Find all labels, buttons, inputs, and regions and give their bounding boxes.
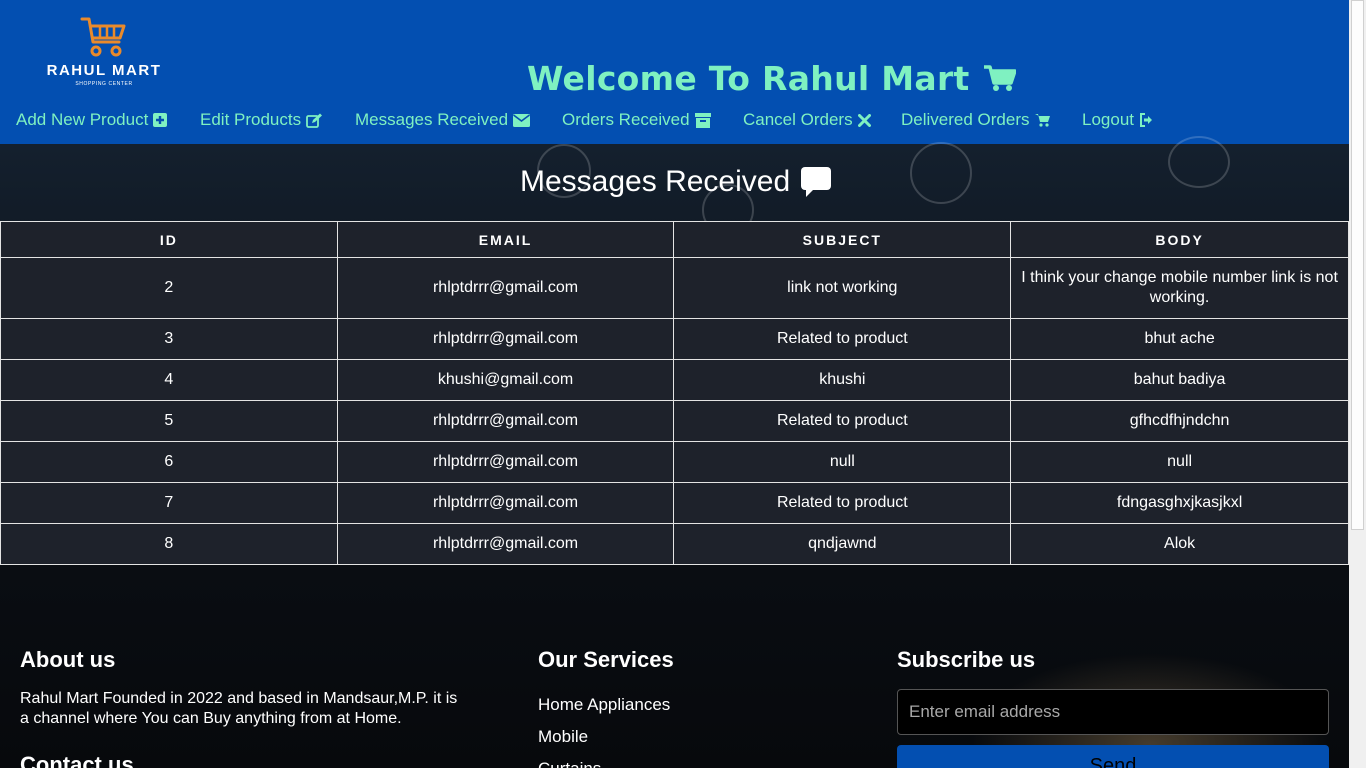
table-row: 5 rhlptdrrr@gmail.com Related to product… <box>0 400 1349 442</box>
nav-edit-products[interactable]: Edit Products <box>200 108 323 132</box>
contact-heading: Contact us <box>20 752 134 768</box>
about-text: Rahul Mart Founded in 2022 and based in … <box>20 690 458 727</box>
edit-icon <box>306 113 323 128</box>
col-id: ID <box>0 221 338 258</box>
cell-id: 4 <box>0 359 338 401</box>
times-icon <box>857 113 871 127</box>
plus-square-icon <box>153 113 168 127</box>
nav-label: Delivered Orders <box>901 110 1030 129</box>
cell-subject: null <box>673 441 1012 483</box>
services-heading: Our Services <box>538 647 674 672</box>
col-body: BODY <box>1010 221 1349 258</box>
brand-tagline: SHOPPING CENTER <box>75 81 133 87</box>
service-link-home-appliances[interactable]: Home Appliances <box>538 695 670 715</box>
cell-body: bhut ache <box>1010 318 1349 360</box>
top-header: RAHUL MART SHOPPING CENTER Welcome To Ra… <box>0 0 1349 144</box>
subscribe-heading: Subscribe us <box>897 647 1036 672</box>
welcome-text: Welcome To Rahul Mart <box>527 58 970 98</box>
envelope-icon <box>513 113 531 127</box>
cell-subject: Related to product <box>673 482 1012 524</box>
send-button[interactable]: Send <box>897 745 1329 768</box>
cell-subject: link not working <box>673 257 1012 319</box>
logo-cart-icon <box>80 17 126 57</box>
comment-icon <box>800 166 832 198</box>
cell-email: rhlptdrrr@gmail.com <box>336 257 675 319</box>
archive-icon <box>694 112 711 128</box>
brand-logo[interactable]: RAHUL MART SHOPPING CENTER <box>32 16 176 90</box>
col-email: EMAIL <box>336 221 675 258</box>
cell-body: gfhcdfhjndchn <box>1010 400 1349 442</box>
nav-orders-received[interactable]: Orders Received <box>562 108 711 132</box>
table-row: 3 rhlptdrrr@gmail.com Related to product… <box>0 318 1349 360</box>
table-row: 7 rhlptdrrr@gmail.com Related to product… <box>0 482 1349 524</box>
page-scrollbar[interactable] <box>1349 0 1366 768</box>
cell-email: rhlptdrrr@gmail.com <box>336 482 675 524</box>
cell-id: 8 <box>0 523 338 565</box>
welcome-heading: Welcome To Rahul Mart <box>527 58 1016 98</box>
cell-body: Alok <box>1010 523 1349 565</box>
service-link-curtains[interactable]: Curtains <box>538 759 601 768</box>
admin-nav: Add New Product Edit Products Messages R… <box>0 108 1349 132</box>
about-heading: About us <box>20 647 116 672</box>
cell-subject: Related to product <box>673 318 1012 360</box>
nav-cancel-orders[interactable]: Cancel Orders <box>743 108 871 132</box>
cell-subject: qndjawnd <box>673 523 1012 565</box>
cell-id: 2 <box>0 257 338 319</box>
table-row: 8 rhlptdrrr@gmail.com qndjawnd Alok <box>0 523 1349 565</box>
page-title: Messages Received <box>520 162 832 202</box>
nav-label: Cancel Orders <box>743 110 853 129</box>
cell-email: khushi@gmail.com <box>336 359 675 401</box>
decorative-circle <box>1168 136 1230 188</box>
nav-delivered-orders[interactable]: Delivered Orders <box>901 108 1051 132</box>
nav-messages-received[interactable]: Messages Received <box>355 108 531 132</box>
cell-email: rhlptdrrr@gmail.com <box>336 400 675 442</box>
brand-name: RAHUL MART <box>46 62 162 79</box>
nav-add-new-product[interactable]: Add New Product <box>16 108 168 132</box>
cart-icon <box>1034 113 1051 127</box>
cell-body: fdngasghxjkasjkxl <box>1010 482 1349 524</box>
cell-email: rhlptdrrr@gmail.com <box>336 523 675 565</box>
cell-id: 6 <box>0 441 338 483</box>
col-subject: SUBJECT <box>673 221 1012 258</box>
nav-label: Orders Received <box>562 110 690 129</box>
table-row: 2 rhlptdrrr@gmail.com link not working I… <box>0 257 1349 319</box>
service-link-mobile[interactable]: Mobile <box>538 727 588 747</box>
cell-id: 7 <box>0 482 338 524</box>
cell-id: 5 <box>0 400 338 442</box>
nav-label: Edit Products <box>200 110 302 129</box>
cart-icon <box>983 64 1016 92</box>
scrollbar-thumb[interactable] <box>1351 0 1364 530</box>
nav-label: Add New Product <box>16 110 149 129</box>
nav-logout[interactable]: Logout <box>1082 108 1156 132</box>
subscribe-email-input[interactable] <box>897 689 1329 735</box>
nav-label: Messages Received <box>355 110 509 129</box>
table-header-row: ID EMAIL SUBJECT BODY <box>0 221 1349 258</box>
cell-email: rhlptdrrr@gmail.com <box>336 318 675 360</box>
cell-body: bahut badiya <box>1010 359 1349 401</box>
page-title-text: Messages Received <box>520 165 791 198</box>
cell-body: null <box>1010 441 1349 483</box>
table-row: 6 rhlptdrrr@gmail.com null null <box>0 441 1349 483</box>
decorative-circle <box>910 142 972 204</box>
nav-label: Logout <box>1082 110 1134 129</box>
messages-table: ID EMAIL SUBJECT BODY 2 rhlptdrrr@gmail.… <box>0 221 1349 565</box>
sign-out-icon <box>1139 113 1156 127</box>
cell-subject: khushi <box>673 359 1012 401</box>
cell-email: rhlptdrrr@gmail.com <box>336 441 675 483</box>
cell-subject: Related to product <box>673 400 1012 442</box>
cell-body: I think your change mobile number link i… <box>1010 257 1349 319</box>
cell-id: 3 <box>0 318 338 360</box>
table-row: 4 khushi@gmail.com khushi bahut badiya <box>0 359 1349 401</box>
